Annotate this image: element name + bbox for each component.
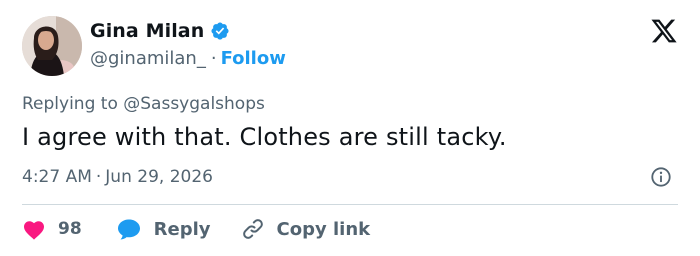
author-handle[interactable]: @ginamilan_ [90, 48, 206, 69]
copy-link-button[interactable]: Copy link [241, 217, 371, 241]
tweet-actions: 98 Reply Copy link [22, 214, 370, 244]
copy-link-label: Copy link [276, 218, 371, 240]
x-logo-icon[interactable] [650, 17, 678, 45]
heart-icon [24, 221, 44, 240]
author-name-row: Gina Milan [90, 20, 230, 42]
avatar-image [22, 16, 82, 76]
tweet-text: I agree with that. Clothes are still tac… [22, 123, 507, 151]
divider [22, 204, 678, 205]
replying-to-line: Replying to @Sassygalshops [22, 94, 265, 114]
follow-button[interactable]: Follow [221, 48, 286, 69]
tweet-time: 4:27 AM [22, 167, 92, 187]
link-icon [242, 219, 263, 239]
replying-to-prefix: Replying to [22, 94, 118, 114]
avatar[interactable] [22, 16, 82, 76]
tweet-timestamp[interactable]: 4:27 AM · Jun 29, 2026 [22, 167, 213, 187]
tweet-date: Jun 29, 2026 [105, 167, 213, 187]
verified-badge-icon [210, 21, 230, 41]
author-display-name[interactable]: Gina Milan [90, 20, 204, 42]
reply-bubble-icon [117, 219, 140, 240]
timestamp-separator: · [95, 167, 102, 187]
author-handle-row: @ginamilan_ · Follow [90, 48, 286, 69]
like-count: 98 [58, 219, 82, 239]
replying-to-handle[interactable]: @Sassygalshops [123, 94, 265, 114]
handle-separator: · [210, 48, 217, 69]
reply-label: Reply [153, 218, 211, 240]
reply-button[interactable]: Reply [116, 217, 211, 241]
like-button[interactable]: 98 [22, 218, 82, 240]
info-icon[interactable] [650, 166, 672, 188]
